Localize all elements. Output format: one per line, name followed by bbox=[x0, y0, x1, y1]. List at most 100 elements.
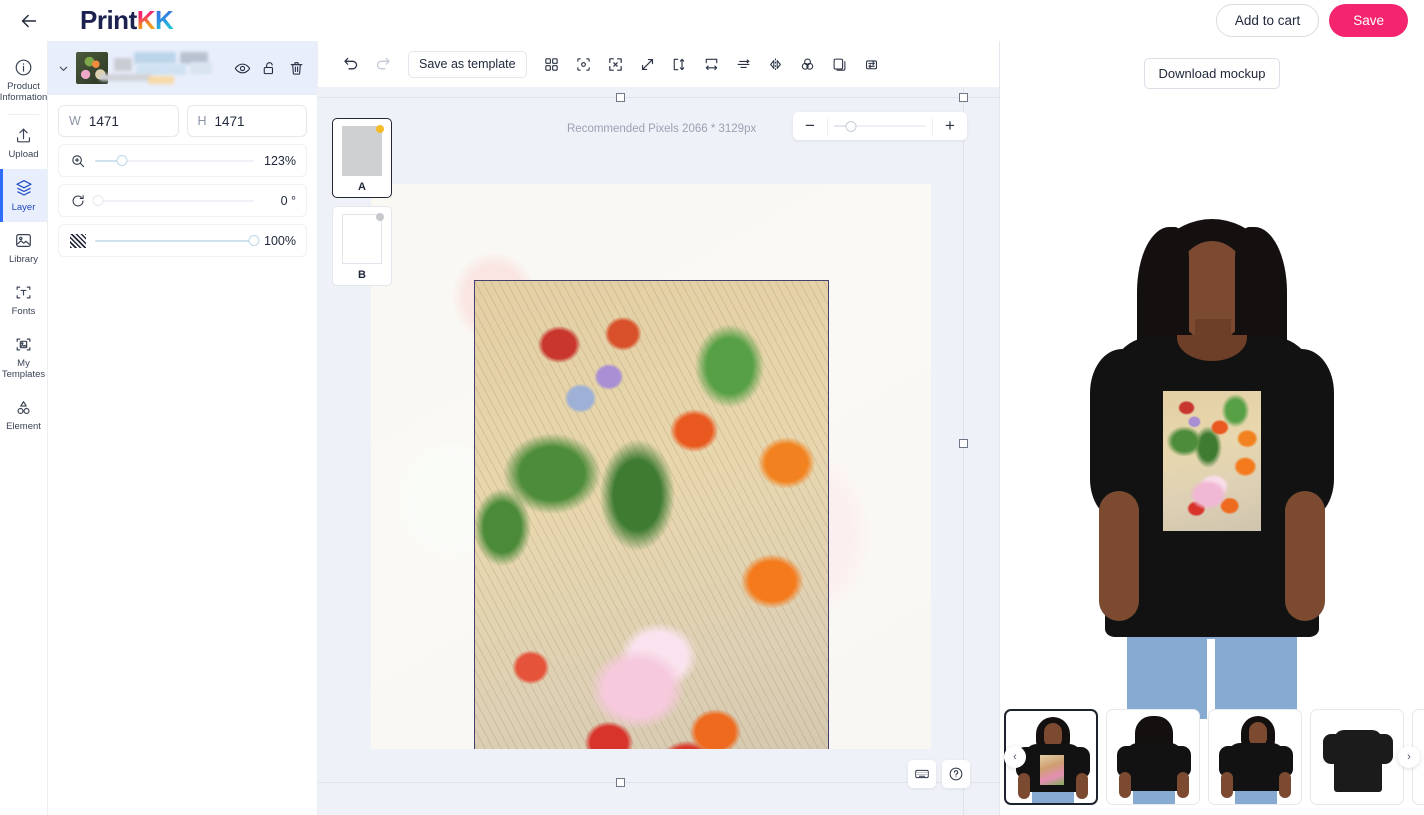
duplicate-icon bbox=[833, 58, 846, 71]
layer-list-item[interactable] bbox=[48, 41, 317, 95]
keyboard-icon bbox=[915, 769, 929, 779]
mockup-thumbnail-side-model[interactable] bbox=[1208, 709, 1302, 805]
color-tool[interactable] bbox=[793, 49, 823, 79]
sidebar-item-product-information[interactable]: Product Information bbox=[0, 49, 47, 112]
help-button[interactable] bbox=[942, 760, 970, 788]
rotate-slider[interactable] bbox=[92, 195, 254, 207]
slider-handle[interactable] bbox=[845, 120, 857, 132]
sidebar-item-my-templates[interactable]: My Templates bbox=[0, 326, 47, 389]
side-thumbnail-a[interactable]: A bbox=[332, 118, 392, 198]
mockup-preview-panel: Download mockup ‹ › bbox=[1000, 41, 1424, 815]
mockup-thumbnail-strip: ‹ › bbox=[1000, 707, 1424, 807]
zoom-divider bbox=[827, 117, 828, 135]
question-icon bbox=[949, 767, 963, 781]
side-thumbnail-b[interactable]: B bbox=[332, 206, 392, 286]
sidebar-item-fonts[interactable]: Fonts bbox=[0, 274, 47, 326]
redo-button[interactable] bbox=[368, 49, 398, 79]
slider-track bbox=[95, 199, 254, 202]
layer-lock-toggle[interactable] bbox=[259, 58, 280, 79]
flip-horizontal-tool[interactable] bbox=[761, 49, 791, 79]
slider-handle[interactable] bbox=[92, 195, 104, 206]
mockup-thumbnail-back-model[interactable] bbox=[1106, 709, 1200, 805]
opacity-slider-row[interactable]: 100% bbox=[58, 224, 307, 257]
layer-visibility-toggle[interactable] bbox=[232, 58, 253, 79]
opacity-value: 100% bbox=[264, 233, 296, 248]
resize-handle-top-right[interactable] bbox=[959, 93, 968, 102]
layer-collapse-toggle[interactable] bbox=[56, 62, 70, 75]
keyboard-shortcuts-button[interactable] bbox=[908, 760, 936, 788]
thumbnails-prev-button[interactable]: ‹ bbox=[1004, 746, 1026, 768]
design-artwork[interactable] bbox=[474, 280, 829, 749]
arrow-left-icon bbox=[21, 14, 37, 27]
canvas-zoom-slider[interactable] bbox=[834, 120, 926, 132]
undo-button[interactable] bbox=[336, 49, 366, 79]
brand-logo: Print K K bbox=[58, 5, 174, 36]
add-to-cart-button[interactable]: Add to cart bbox=[1215, 4, 1320, 37]
guide-bottom bbox=[318, 782, 999, 783]
layer-delete-button[interactable] bbox=[286, 58, 307, 79]
thumbnail-preview bbox=[1107, 710, 1199, 804]
back-button[interactable] bbox=[0, 0, 58, 41]
guide-right bbox=[963, 87, 964, 815]
download-mockup-button[interactable]: Download mockup bbox=[1143, 58, 1281, 89]
reset-tool[interactable] bbox=[857, 49, 887, 79]
side-status-dot bbox=[376, 125, 384, 133]
zoom-in-icon bbox=[69, 153, 87, 169]
zoom-in-button[interactable]: + bbox=[933, 112, 967, 140]
fit-width-tool[interactable] bbox=[697, 49, 727, 79]
opacity-slider[interactable] bbox=[95, 235, 260, 247]
guide-top bbox=[318, 97, 999, 98]
fit-width-icon bbox=[705, 58, 718, 70]
unlock-icon bbox=[263, 61, 274, 74]
center-align-tool[interactable] bbox=[569, 49, 599, 79]
top-bar: Print K K Add to cart Save bbox=[0, 0, 1424, 41]
rotate-icon bbox=[69, 193, 87, 209]
properties-panel: W 1471 H 1471 123% 0 ° 100% bbox=[48, 41, 318, 815]
resize-handle-top-center[interactable] bbox=[616, 93, 625, 102]
zoom-out-button[interactable]: − bbox=[793, 112, 827, 140]
fit-height-tool[interactable] bbox=[665, 49, 695, 79]
layers-icon bbox=[15, 180, 32, 196]
mockup-viewport[interactable]: ‹ › bbox=[1000, 89, 1424, 815]
expand-icon bbox=[609, 57, 622, 71]
fit-height-icon bbox=[673, 58, 685, 70]
thumbnail-preview bbox=[1209, 710, 1301, 804]
design-editor: Save as template Recommended Pixels 2066… bbox=[318, 41, 1000, 815]
scale-slider[interactable] bbox=[95, 155, 254, 167]
save-as-template-button[interactable]: Save as template bbox=[408, 50, 527, 78]
align-vertical-tool[interactable] bbox=[729, 49, 759, 79]
artboard[interactable] bbox=[371, 184, 931, 749]
sidebar-item-library[interactable]: Library bbox=[0, 222, 47, 274]
rotate-slider-row[interactable]: 0 ° bbox=[58, 184, 307, 217]
sidebar-rail: Product Information Upload Layer Library… bbox=[0, 41, 48, 815]
mockup-thumbnail-flat-front[interactable] bbox=[1310, 709, 1404, 805]
model-arm-left bbox=[1099, 491, 1139, 621]
image-icon bbox=[16, 234, 31, 247]
scale-slider-row[interactable]: 123% bbox=[58, 144, 307, 177]
width-field[interactable]: W 1471 bbox=[58, 105, 179, 137]
sidebar-item-label: Layer bbox=[11, 202, 36, 213]
save-button[interactable]: Save bbox=[1329, 4, 1408, 37]
slider-handle[interactable] bbox=[248, 235, 260, 246]
sidebar-item-element[interactable]: Element bbox=[0, 389, 47, 441]
side-preview-b bbox=[337, 211, 387, 267]
sidebar-item-layer[interactable]: Layer bbox=[0, 169, 47, 222]
thumbnails-next-button[interactable]: › bbox=[1398, 746, 1420, 768]
canvas-zoom-control[interactable]: − + bbox=[793, 112, 967, 140]
sidebar-item-upload[interactable]: Upload bbox=[0, 117, 47, 169]
rail-divider bbox=[8, 114, 39, 115]
sidebar-item-label: Element bbox=[6, 421, 41, 432]
height-field[interactable]: H 1471 bbox=[186, 105, 307, 137]
grid-layout-tool[interactable] bbox=[537, 49, 567, 79]
duplicate-tool[interactable] bbox=[825, 49, 855, 79]
scale-tool[interactable] bbox=[633, 49, 663, 79]
resize-handle-right-middle[interactable] bbox=[959, 439, 968, 448]
editor-stage[interactable]: Recommended Pixels 2066 * 3129px − + A B bbox=[318, 87, 999, 815]
trash-icon bbox=[290, 61, 303, 75]
reset-icon bbox=[866, 59, 878, 69]
slider-handle[interactable] bbox=[116, 155, 128, 166]
fit-to-area-tool[interactable] bbox=[601, 49, 631, 79]
eye-icon bbox=[234, 63, 251, 73]
slider-fill bbox=[95, 239, 254, 242]
resize-handle-bottom-center[interactable] bbox=[616, 778, 625, 787]
